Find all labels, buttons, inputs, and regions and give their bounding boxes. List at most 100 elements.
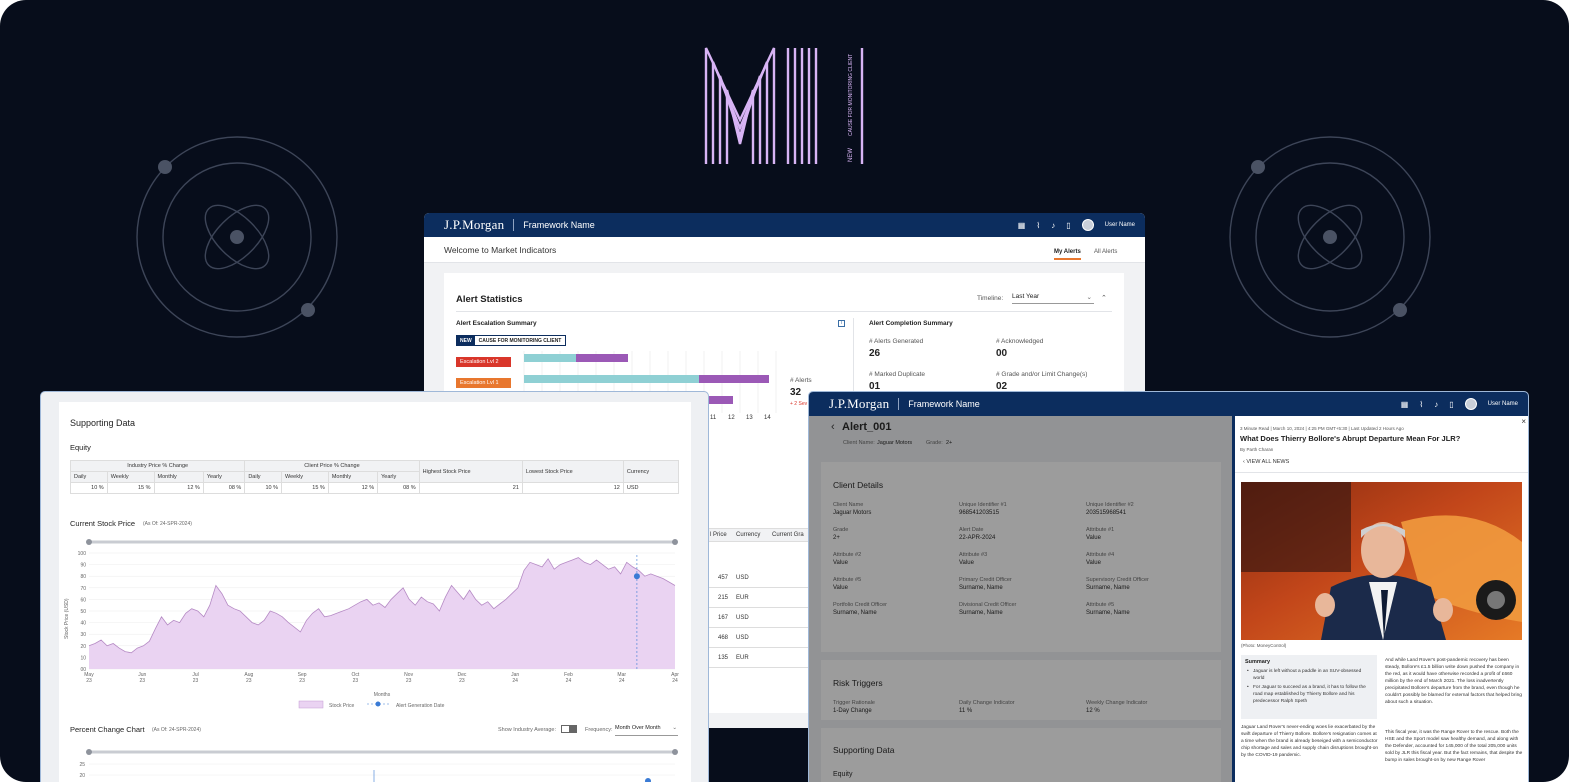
background-stage: NEW CAUSE FOR MONITORING CLIENT J.P.Morg… bbox=[0, 0, 1569, 782]
group-header: Industry Price % Change bbox=[69, 460, 246, 472]
tab-all-alerts[interactable]: All Alerts bbox=[1094, 249, 1117, 255]
table-cell: 10 % bbox=[70, 482, 108, 494]
table-cell: 12 % bbox=[327, 482, 379, 494]
detail-label: Portfolio Credit Officer bbox=[833, 602, 888, 608]
avatar[interactable] bbox=[1464, 398, 1477, 410]
bell-icon[interactable]: ♪ bbox=[1434, 400, 1438, 409]
news-panel: × 3 Minute Read | March 10, 2024 | 4:25 … bbox=[1232, 416, 1528, 782]
view-all-news-link[interactable]: ‹ VIEW ALL NEWS bbox=[1243, 459, 1289, 465]
trend-icon[interactable]: ⌇ bbox=[1036, 221, 1040, 230]
brand-logo[interactable]: J.P.Morgan bbox=[444, 217, 504, 233]
user-name[interactable]: User Name bbox=[1488, 401, 1518, 407]
risk-label: Trigger Rationale bbox=[833, 700, 875, 706]
group-header: Client Price % Change bbox=[244, 460, 420, 472]
info-icon[interactable]: i bbox=[838, 320, 845, 327]
alert-generation-marker[interactable] bbox=[645, 778, 651, 782]
detail-value: 968541203515 bbox=[959, 510, 1000, 516]
table-cell: 12 bbox=[521, 482, 624, 494]
detail-label: Primary Credit Officer bbox=[959, 577, 1012, 583]
frequency-select[interactable]: Month Over Month ⌄ bbox=[615, 725, 678, 736]
news-summary-box: Summary • Jaguar is left without a paddle… bbox=[1241, 655, 1377, 719]
range-slider-handle[interactable] bbox=[86, 749, 92, 755]
news-meta: 3 Minute Read | March 10, 2024 | 4:25 PM… bbox=[1240, 426, 1404, 431]
table-cell: 10 % bbox=[244, 482, 283, 494]
section-title: Supporting Data bbox=[70, 418, 136, 428]
page-header: Welcome to Market Indicators My Alerts A… bbox=[424, 237, 1145, 263]
detail-value: 203515968541 bbox=[1086, 510, 1127, 516]
alerts-generated-value: 26 bbox=[869, 348, 881, 359]
book-icon[interactable]: ▯ bbox=[1449, 400, 1453, 409]
table-cell: 468 bbox=[718, 635, 729, 641]
news-paragraph: This fiscal year, it was the Range Rover… bbox=[1385, 730, 1523, 763]
brand-logo[interactable]: J.P.Morgan bbox=[829, 396, 889, 412]
close-icon[interactable]: × bbox=[1521, 417, 1526, 426]
table-cell: USD bbox=[736, 635, 749, 641]
client-details-title: Client Details bbox=[833, 480, 884, 490]
alerts-value: 32 bbox=[790, 387, 802, 398]
y-tick-label: 20 bbox=[79, 773, 85, 779]
logo-caption: CAUSE FOR MONITORING CLIENT bbox=[848, 54, 854, 136]
bar-lvl2-purple bbox=[576, 354, 628, 362]
range-slider-handle[interactable] bbox=[86, 539, 92, 545]
x-tick: 12 bbox=[728, 415, 735, 421]
column-header: l Price bbox=[710, 532, 727, 538]
grade-label: Grade: bbox=[926, 440, 943, 446]
x-tick-label: 24 bbox=[672, 678, 678, 684]
risk-value: 11 % bbox=[959, 708, 973, 714]
column-header: Monthly bbox=[153, 471, 204, 483]
table-cell: USD bbox=[622, 482, 680, 494]
avatar[interactable] bbox=[1081, 219, 1094, 231]
detail-label: Attribute #2 bbox=[833, 552, 862, 558]
detail-value: Jaguar Motors bbox=[833, 510, 872, 516]
y-tick-label: 25 bbox=[79, 762, 85, 768]
timeline-value: Last Year bbox=[1012, 293, 1040, 300]
table-cell: 167 bbox=[718, 615, 729, 621]
x-tick: 11 bbox=[710, 415, 717, 421]
cause-label: CAUSE FOR MONITORING CLIENT bbox=[478, 337, 562, 344]
industry-average-toggle[interactable] bbox=[561, 725, 577, 733]
table-cell: 457 bbox=[718, 575, 729, 581]
apps-grid-icon[interactable]: ▦ bbox=[1401, 400, 1409, 409]
alert-detail-window: J.P.Morgan Framework Name ▦ ⌇ ♪ ▯ User N… bbox=[808, 391, 1529, 782]
collapse-icon[interactable]: ⌃ bbox=[1101, 294, 1107, 302]
book-icon[interactable]: ▯ bbox=[1066, 221, 1070, 230]
column-header: Yearly bbox=[202, 471, 246, 483]
detail-value: Value bbox=[1086, 560, 1101, 566]
detail-label: Supervisory Credit Officer bbox=[1086, 577, 1149, 583]
detail-value: Surname, Name bbox=[959, 610, 1003, 616]
alert-generation-marker[interactable] bbox=[633, 573, 640, 580]
x-tick-label: 23 bbox=[193, 678, 199, 684]
chevron-down-icon: ⌄ bbox=[672, 725, 677, 731]
x-tick-label: 23 bbox=[246, 678, 252, 684]
divider bbox=[1235, 472, 1528, 473]
range-slider-handle[interactable] bbox=[672, 539, 678, 545]
supporting-data-card: Supporting Data Equity bbox=[821, 728, 1221, 782]
range-slider-handle[interactable] bbox=[672, 749, 678, 755]
divider bbox=[898, 398, 900, 410]
bell-icon[interactable]: ♪ bbox=[1051, 221, 1055, 230]
column-header: Current Gra bbox=[772, 532, 804, 538]
bar-lvl2-teal bbox=[524, 354, 576, 362]
timeline-select[interactable]: Last Year ⌄ bbox=[1012, 293, 1094, 304]
news-byline: By Parth Charan bbox=[1240, 447, 1274, 452]
detail-label: Unique Identifier #1 bbox=[959, 502, 1007, 508]
user-name[interactable]: User Name bbox=[1105, 222, 1135, 228]
grade-value: 2+ bbox=[946, 440, 953, 446]
x-tick: 14 bbox=[764, 415, 771, 421]
column-header: Monthly bbox=[327, 471, 379, 483]
x-tick-label: 24 bbox=[619, 678, 625, 684]
detail-value: Value bbox=[833, 560, 848, 566]
divider bbox=[456, 311, 1112, 312]
alerts-label: # Alerts bbox=[790, 377, 812, 384]
y-tick-label: 100 bbox=[78, 551, 87, 557]
acknowledged-label: # Acknowledged bbox=[996, 338, 1044, 345]
equity-title: Equity bbox=[70, 443, 91, 452]
detail-label: Grade bbox=[833, 527, 849, 533]
new-badge: NEW bbox=[457, 336, 475, 345]
trend-icon[interactable]: ⌇ bbox=[1419, 400, 1423, 409]
risk-label: Weekly Change Indicator bbox=[1086, 700, 1148, 706]
back-icon[interactable]: ‹ bbox=[831, 421, 835, 433]
detail-label: Attribute #5 bbox=[833, 577, 862, 583]
apps-grid-icon[interactable]: ▦ bbox=[1018, 221, 1026, 230]
tab-my-alerts[interactable]: My Alerts bbox=[1054, 249, 1081, 260]
